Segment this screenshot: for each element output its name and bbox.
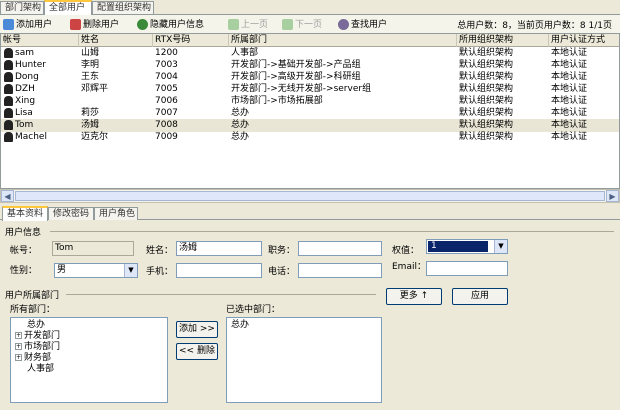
tab-config-org-structure[interactable]: 配置组织架构 (92, 1, 154, 14)
user-icon (4, 120, 13, 130)
top-tab-bar: 部门架构 全部用户 配置组织架构 (0, 0, 620, 15)
title-label: 职务： (268, 246, 296, 256)
chevron-down-icon[interactable]: ▼ (124, 264, 137, 277)
more-button[interactable]: 更多 ↑ (386, 288, 442, 305)
user-info-title: 用户信息 (5, 228, 42, 238)
all-departments-tree[interactable]: 总办 + 开发部门 + 市场部门 + 财务部 人事部 (10, 317, 168, 403)
apply-button[interactable]: 应用 (452, 288, 508, 305)
mobile-field[interactable] (176, 263, 262, 278)
tree-item[interactable]: 总办 (27, 320, 45, 331)
hide-user-info-button[interactable]: 隐藏用户信息 (137, 18, 204, 31)
cell-department: 总办 (231, 132, 250, 142)
column-header-org-structure[interactable]: 所用组织架构 (457, 34, 549, 47)
user-count-summary: 总用户数：8，当前页用户数：8 1/1页 (457, 21, 612, 31)
user-icon (4, 96, 13, 106)
all-depts-label: 所有部门： (10, 305, 56, 315)
email-label: Email： (392, 262, 426, 272)
user-detail-panel: 用户信息 帐号： Tom 姓名： 汤姆 职务： 权值： 1 ▼ 性别： 男 ▼ … (0, 221, 620, 410)
gender-label: 性别： (10, 266, 38, 276)
column-header-name[interactable]: 姓名 (79, 34, 153, 47)
user-icon (4, 48, 13, 58)
gender-select[interactable]: 男 ▼ (54, 263, 138, 278)
horizontal-scrollbar[interactable]: ◀ ▶ (0, 189, 620, 203)
cell-rtx: 7009 (155, 132, 178, 142)
chevron-down-icon[interactable]: ▼ (494, 240, 507, 253)
find-user-icon (338, 19, 349, 30)
table-row[interactable]: Machel 迈克尔 7009 总办 默认组织架构 本地认证 (1, 131, 619, 144)
section-divider (50, 231, 614, 232)
tab-change-password[interactable]: 修改密码 (48, 207, 94, 220)
expand-icon[interactable]: + (15, 343, 22, 350)
account-field: Tom (52, 241, 134, 256)
find-user-button[interactable]: 查找用户 (338, 18, 387, 31)
user-icon (4, 60, 13, 70)
scroll-thumb[interactable] (15, 191, 605, 201)
phone-field[interactable] (298, 263, 382, 278)
user-icon (4, 108, 13, 118)
tree-item[interactable]: + 财务部 (15, 353, 51, 364)
column-header-auth-method[interactable]: 用户认证方式 (549, 34, 619, 47)
user-icon (4, 84, 13, 94)
next-page-button[interactable]: 下一页 (282, 18, 322, 31)
tree-item[interactable]: + 市场部门 (15, 342, 60, 353)
delete-user-icon (70, 19, 81, 30)
scroll-left-icon[interactable]: ◀ (1, 190, 14, 202)
selected-depts-label: 已选中部门： (226, 305, 281, 315)
column-header-department[interactable]: 所属部门 (229, 34, 457, 47)
hide-icon (137, 19, 148, 30)
expand-icon[interactable]: + (15, 354, 22, 361)
expand-icon[interactable]: + (15, 332, 22, 339)
column-header-account[interactable]: 帐号 (1, 34, 79, 47)
tab-basic-info[interactable]: 基本资料 (2, 206, 48, 221)
user-table: 帐号 姓名 RTX号码 所属部门 所用组织架构 用户认证方式 sam 山姆 1200… (0, 33, 620, 189)
email-field[interactable] (426, 261, 508, 276)
list-item[interactable]: 总办 (231, 320, 249, 331)
tab-user-role[interactable]: 用户角色 (94, 207, 138, 220)
toolbar: 添加用户 删除用户 隐藏用户信息 上一页 下一页 查找用户 总用户数：8，当前页… (0, 14, 620, 33)
cell-name: 迈克尔 (81, 132, 109, 142)
cell-org-structure: 默认组织架构 (459, 132, 514, 142)
account-label: 帐号： (10, 246, 38, 256)
detail-tab-bar: 基本资料 修改密码 用户角色 (0, 206, 620, 221)
prev-page-button[interactable]: 上一页 (228, 18, 268, 31)
selected-departments-list[interactable]: 总办 (226, 317, 382, 403)
tree-item[interactable]: + 开发部门 (15, 331, 60, 342)
tree-item[interactable]: 人事部 (27, 364, 54, 375)
weight-select[interactable]: 1 ▼ (426, 239, 508, 254)
section-divider (66, 294, 376, 295)
prev-page-icon (228, 19, 239, 30)
mobile-label: 手机： (146, 267, 174, 277)
dept-section-title: 用户所属部门 (5, 291, 60, 301)
cell-account: Machel (1, 131, 79, 144)
user-icon (4, 132, 13, 142)
table-header: 帐号 姓名 RTX号码 所属部门 所用组织架构 用户认证方式 (1, 34, 619, 47)
remove-department-button[interactable]: << 删除 (176, 343, 218, 360)
scroll-right-icon[interactable]: ▶ (606, 190, 619, 202)
next-page-icon (282, 19, 293, 30)
user-icon (4, 72, 13, 82)
column-header-rtx[interactable]: RTX号码 (153, 34, 229, 47)
name-label: 姓名： (146, 246, 174, 256)
add-department-button[interactable]: 添加 >> (176, 321, 218, 338)
weight-label: 权值： (392, 246, 420, 256)
phone-label: 电话： (268, 267, 296, 277)
delete-user-button[interactable]: 删除用户 (70, 18, 119, 31)
add-user-button[interactable]: 添加用户 (3, 18, 52, 31)
tab-department-structure[interactable]: 部门架构 (0, 1, 44, 14)
title-field[interactable] (298, 241, 382, 256)
name-field[interactable]: 汤姆 (176, 241, 262, 256)
tab-all-users[interactable]: 全部用户 (44, 0, 92, 15)
add-user-icon (3, 19, 14, 30)
cell-auth-method: 本地认证 (551, 132, 588, 142)
